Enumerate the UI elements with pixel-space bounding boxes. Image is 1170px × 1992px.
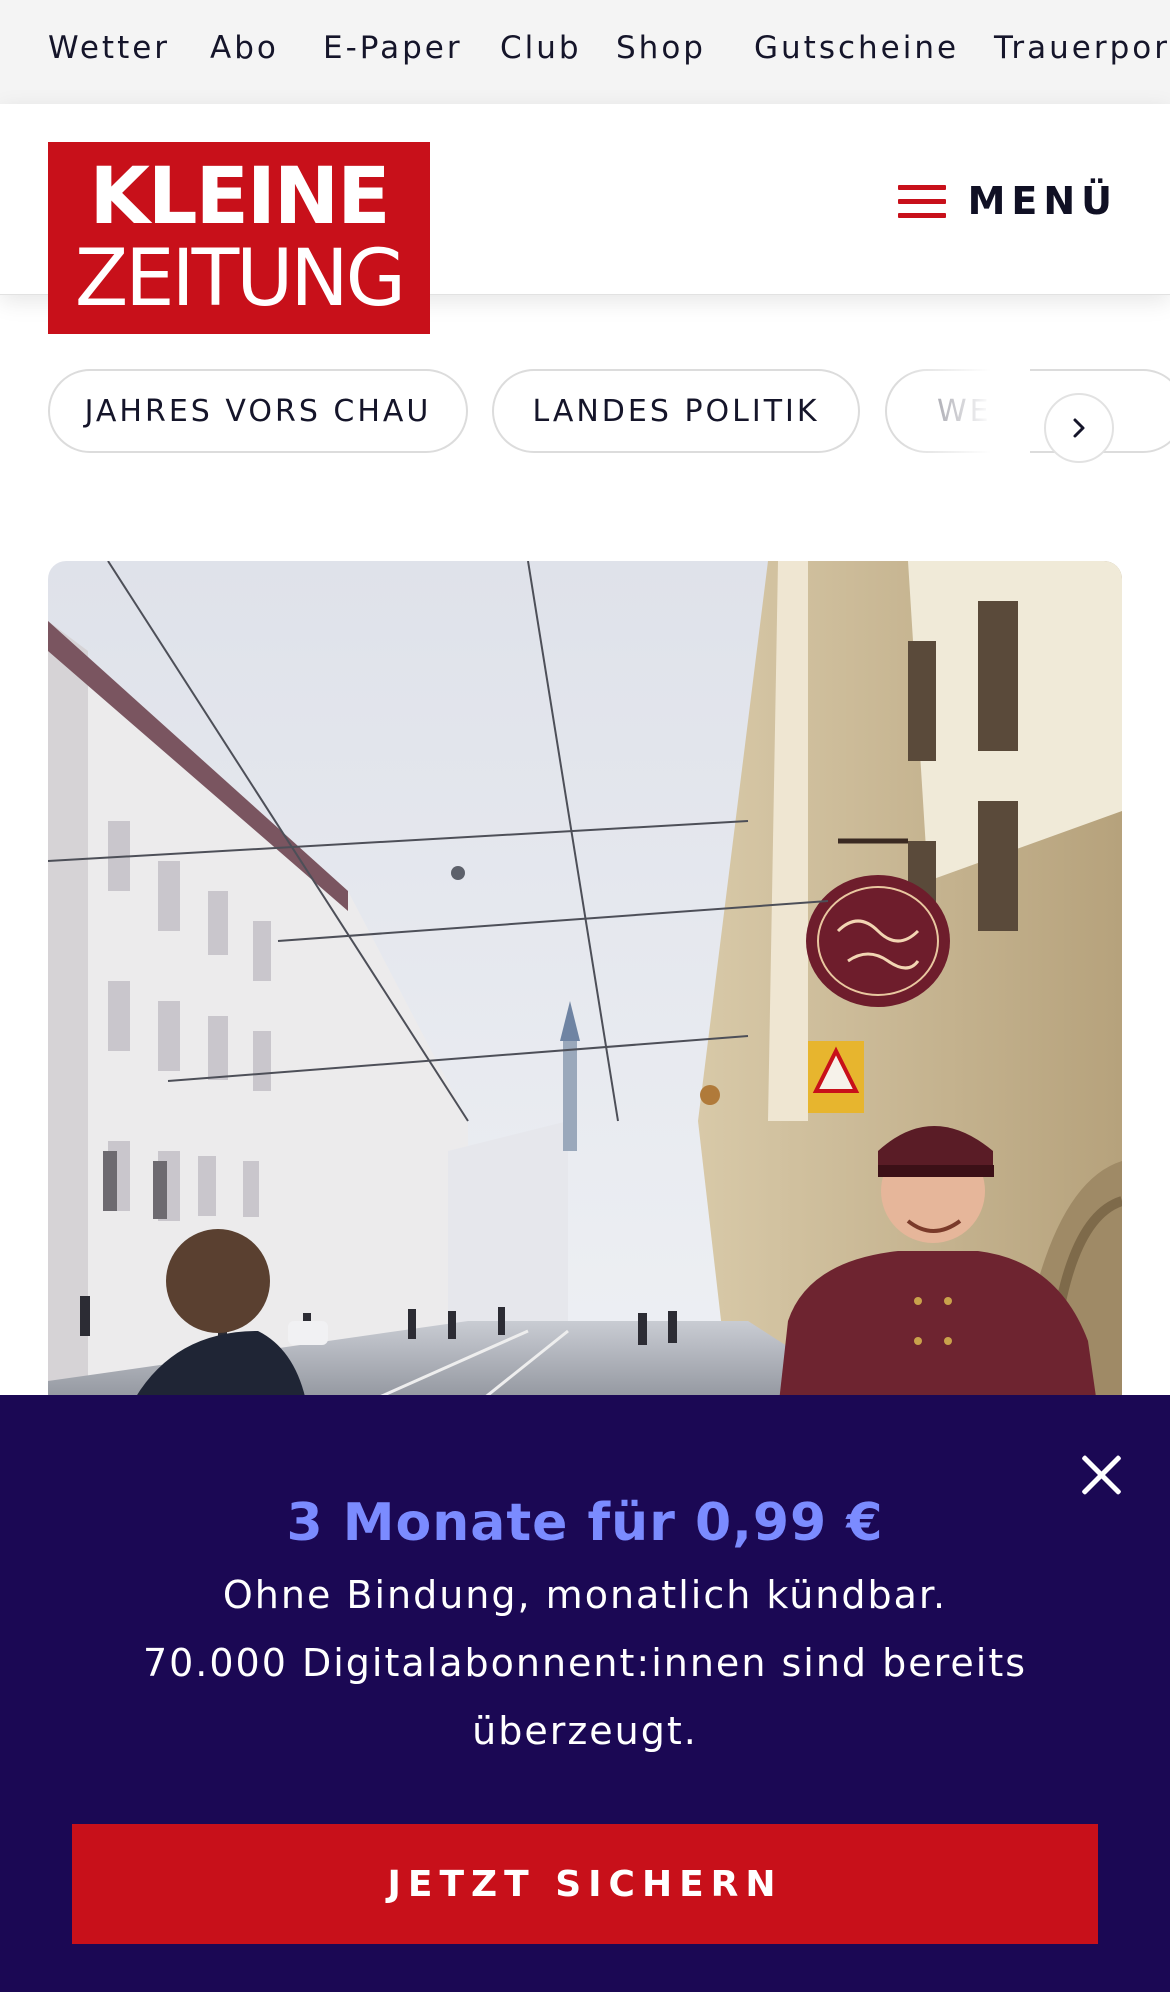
hero-image[interactable] [48,561,1122,1411]
topnav-link-wetter[interactable]: Wetter [48,30,170,66]
paywall-title: 3 Monate für 0,99 € [286,1493,884,1553]
chevron-right-icon [1073,418,1085,438]
topnav-link-shop[interactable]: Shop [616,30,706,66]
hero-street-scene [48,561,1122,1411]
paywall-text-line-2: 70.000 Digitalabonnent:innen sind bereit… [142,1641,1028,1685]
topic-chip-row: JAHRES VORS CHAU LANDES POLITIK WE [0,366,1170,462]
jetzt-sichern-button[interactable]: JETZT SICHERN [72,1824,1098,1944]
subscription-paywall-banner: 3 Monate für 0,99 € Ohne Bindung, monatl… [0,1395,1170,1992]
topnav-link-trauerportal[interactable]: Trauerportal [994,30,1170,66]
topnav-link-club[interactable]: Club [500,30,582,66]
menu-button[interactable]: MENÜ [898,166,1118,236]
hamburger-icon [898,183,946,219]
paywall-text-line-1: Ohne Bindung, monatlich kündbar. [222,1573,948,1617]
chip-row-fade [900,366,1030,462]
topnav-link-gutscheine[interactable]: Gutscheine [754,30,959,66]
topnav-link-epaper[interactable]: E-Paper [323,30,463,66]
top-utility-nav: Wetter Abo E-Paper Club Shop Gutscheine … [0,0,1170,104]
chip-landespolitik[interactable]: LANDES POLITIK [492,369,860,453]
paywall-text-line-3: überzeugt. [472,1709,698,1753]
topnav-link-abo[interactable]: Abo [210,30,279,66]
site-header: KLEINE ZEITUNG MENÜ [0,104,1170,334]
menu-label: MENÜ [967,179,1118,223]
kleine-zeitung-logo[interactable]: KLEINE ZEITUNG [48,142,430,334]
logo-line-2: ZEITUNG [74,234,406,324]
chip-jahresvorschau[interactable]: JAHRES VORS CHAU [48,369,468,453]
chip-scroll-right-button[interactable] [1044,393,1114,463]
logo-line-1: KLEINE [89,152,390,242]
